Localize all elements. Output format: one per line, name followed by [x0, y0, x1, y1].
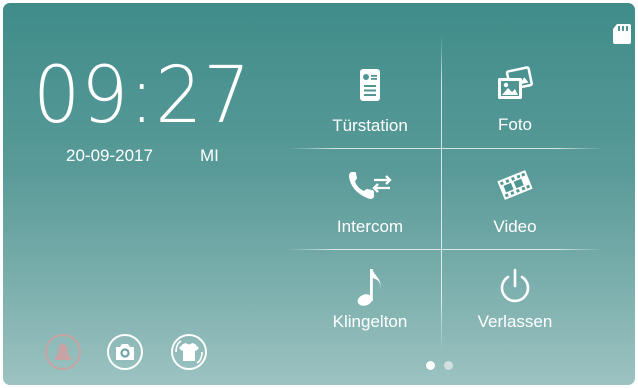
video-icon: [497, 170, 533, 200]
menu-item-door-station[interactable]: Türstation: [295, 55, 445, 147]
date-label: 20-09-2017: [66, 146, 153, 165]
menu-item-intercom[interactable]: Intercom: [295, 155, 445, 247]
menu-item-ringtone[interactable]: Klingelton: [295, 256, 445, 348]
sd-card-icon: [613, 24, 631, 44]
menu-item-label: Türstation: [332, 116, 408, 135]
power-icon: [500, 268, 530, 303]
snapshot-button[interactable]: [106, 333, 144, 371]
page-dot[interactable]: [444, 361, 453, 370]
page-dot-active[interactable]: [426, 361, 435, 370]
menu-divider-horizontal: [288, 249, 603, 250]
menu-item-exit[interactable]: Verlassen: [440, 256, 590, 348]
intercom-home-screen: 09:27 20-09-2017 MI Türstation Foto Inte…: [3, 3, 635, 385]
alarm-bell-icon: [45, 334, 81, 370]
camera-icon: [107, 334, 143, 370]
clock-time: 09:27: [33, 51, 252, 141]
music-note-icon: [357, 269, 381, 306]
menu-item-photo[interactable]: Foto: [440, 55, 590, 147]
menu-item-video[interactable]: Video: [440, 155, 590, 247]
cleaning-button[interactable]: [170, 333, 208, 371]
menu-item-label: Klingelton: [332, 312, 408, 331]
menu-item-label: Video: [493, 217, 537, 236]
alarm-button[interactable]: [44, 333, 82, 371]
door-station-icon: [360, 69, 380, 101]
menu-item-label: Foto: [497, 115, 533, 134]
menu-divider-horizontal: [288, 148, 603, 149]
intercom-icon: [349, 172, 392, 199]
menu-item-label: Intercom: [336, 217, 404, 236]
photo-icon: [498, 66, 533, 99]
weekday-label: MI: [200, 146, 219, 165]
menu-item-label: Verlassen: [477, 312, 553, 331]
cleaning-shirt-icon: [171, 334, 207, 370]
